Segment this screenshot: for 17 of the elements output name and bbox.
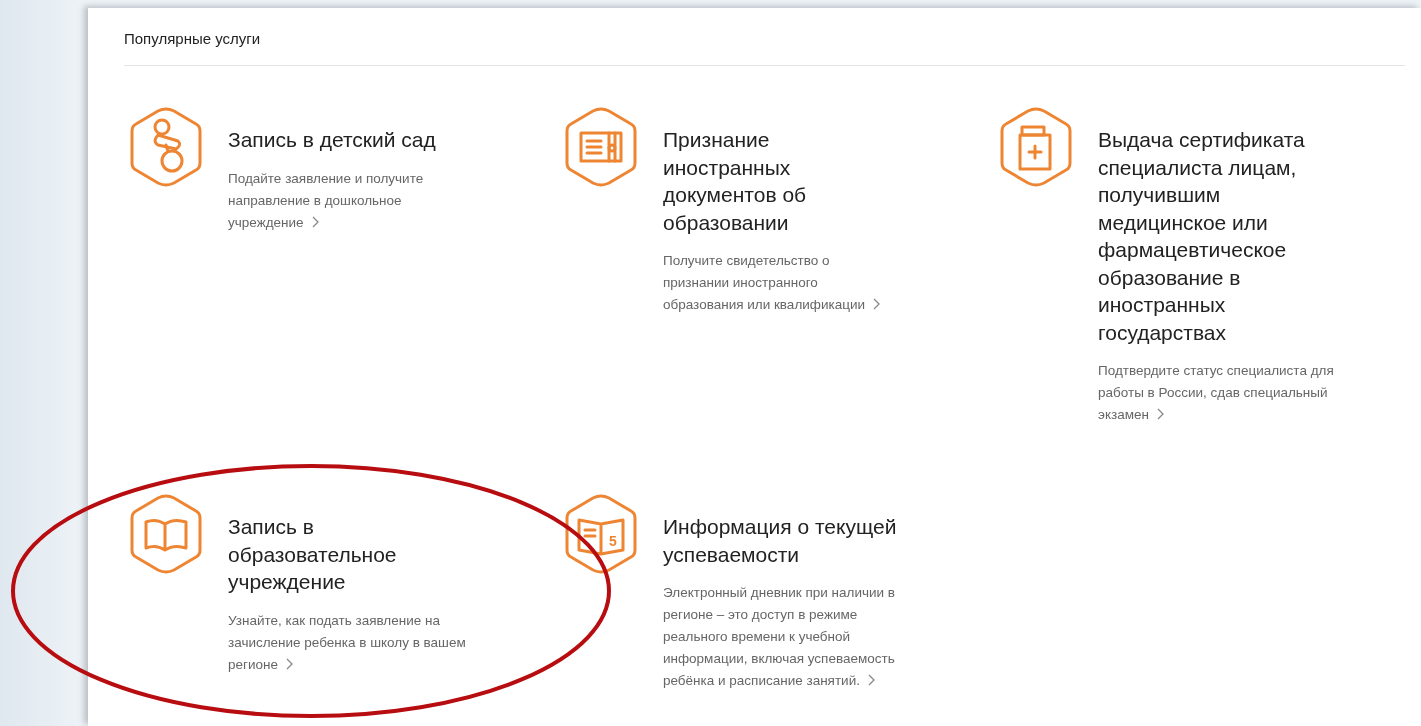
service-description[interactable]: Подтвердите статус специалиста для работы в России, сдав специальный экзамен [1098, 360, 1338, 426]
chevron-icon [872, 298, 881, 310]
service-title[interactable]: Информация о текущей успеваемости [663, 513, 953, 568]
section-title: Популярные услуги [124, 30, 262, 48]
chevron-icon [285, 657, 294, 670]
service-description[interactable]: Узнайте, как подать заявление на зачисление ребенка в школу в вашем регионе [228, 609, 468, 676]
service-title[interactable]: Запись в детский сад [228, 126, 488, 154]
chevron-icon [311, 215, 320, 228]
service-description[interactable]: Получите свидетельство о признании иностранного образования или квалификации [663, 250, 883, 316]
grade-digit: 5 [609, 533, 617, 549]
chevron-icon [1156, 408, 1165, 420]
service-description[interactable]: Электронный дневник при наличии в регионе – это доступ в режиме реального времени к учебной информации, включая успеваемость ребёнка и расписание занятий. [663, 582, 903, 692]
service-title[interactable]: Выдача сертификата специалиста лицам, получившим медицинское или фармацевтическое образование в иностранных государствах [1098, 126, 1348, 346]
service-description[interactable]: Подайте заявление и получите направление в дошкольное учреждение [228, 167, 478, 234]
service-title[interactable]: Запись в образовательное учреждение [228, 513, 443, 596]
chevron-icon [867, 674, 876, 686]
service-title[interactable]: Признание иностранных документов об образовании [663, 126, 863, 236]
